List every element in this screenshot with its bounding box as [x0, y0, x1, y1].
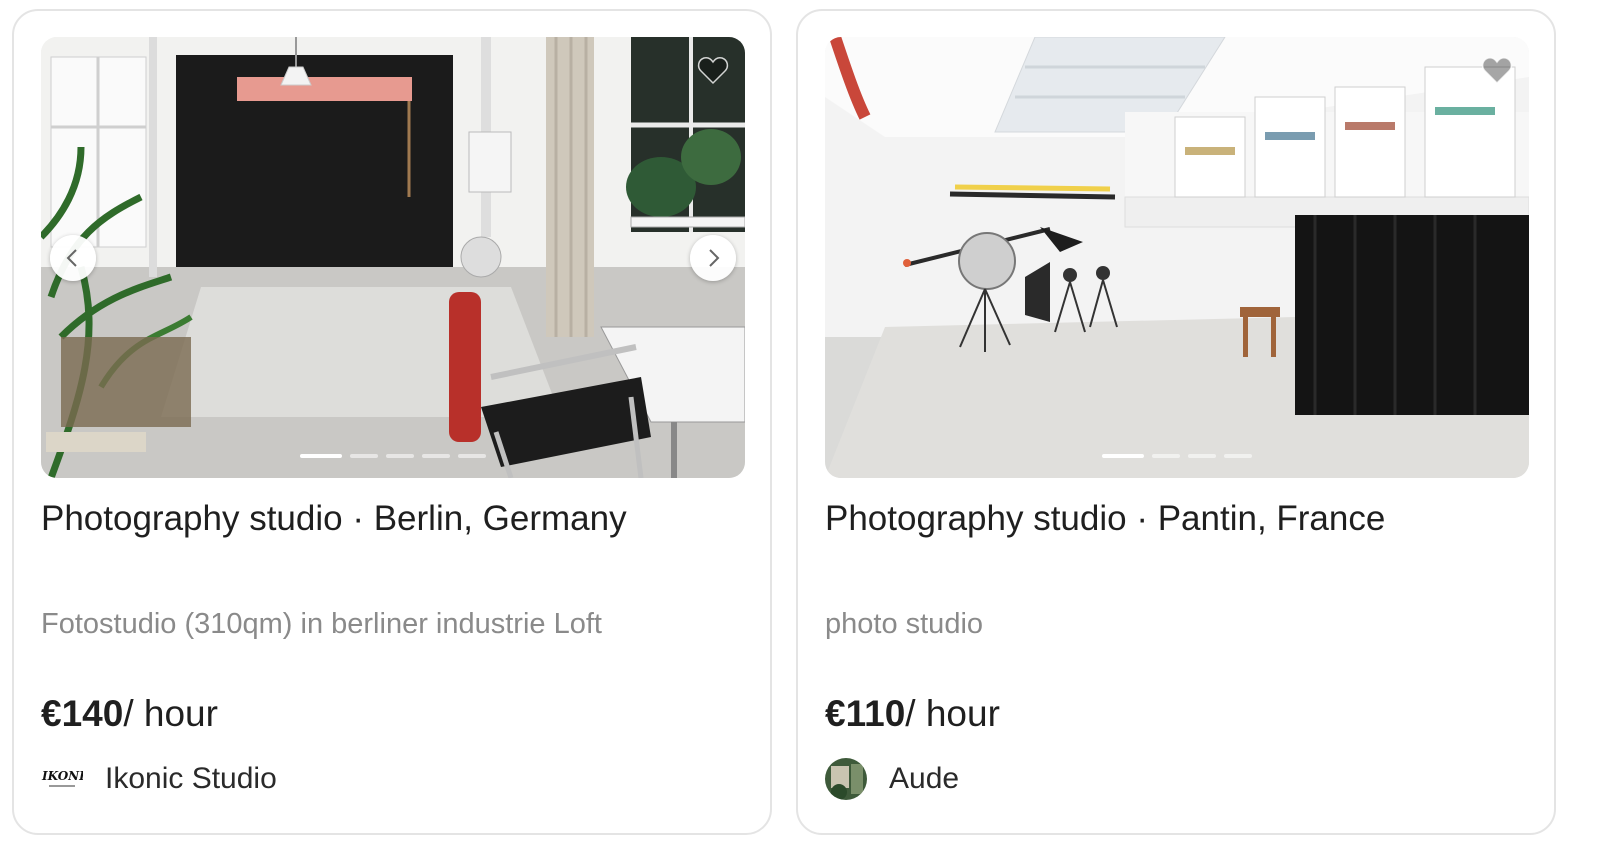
studio-photo-pantin: [825, 37, 1529, 478]
listing-title[interactable]: Photography studio · Pantin, France: [825, 497, 1385, 541]
pagination-dot[interactable]: [300, 454, 342, 458]
photo-pagination: [41, 454, 745, 458]
pagination-dot[interactable]: [1152, 454, 1180, 458]
heart-icon[interactable]: [1481, 55, 1513, 85]
host-name: Aude: [889, 762, 960, 795]
listing-price: €140/ hour: [41, 692, 218, 736]
listing-photo-carousel[interactable]: [825, 37, 1529, 478]
listing-card-pantin[interactable]: Photography studio · Pantin, France phot…: [796, 9, 1556, 835]
studio-photo-berlin: [41, 37, 745, 478]
pagination-dot[interactable]: [1188, 454, 1216, 458]
listing-description: photo studio: [825, 608, 984, 640]
listing-price: €110/ hour: [825, 692, 1000, 736]
chevron-right-icon: [709, 249, 720, 267]
previous-photo-button[interactable]: [50, 235, 96, 281]
price-unit: / hour: [905, 693, 1000, 734]
listing-description: Fotostudio (310qm) in berliner industrie…: [41, 608, 602, 640]
price-amount: €110: [825, 693, 906, 734]
listing-title[interactable]: Photography studio · Berlin, Germany: [41, 497, 627, 541]
pagination-dot[interactable]: [386, 454, 414, 458]
listing-photo-carousel[interactable]: [41, 37, 745, 478]
chevron-left-icon: [66, 249, 77, 267]
avatar: [825, 758, 867, 800]
price-unit: / hour: [123, 693, 218, 734]
host-info[interactable]: IKONIC Ikonic Studio: [41, 757, 277, 801]
photo-pagination: [825, 454, 1529, 458]
host-name: Ikonic Studio: [105, 762, 277, 795]
host-info[interactable]: Aude: [825, 757, 959, 801]
pagination-dot[interactable]: [1224, 454, 1252, 458]
host-logo: IKONIC: [41, 758, 83, 800]
price-amount: €140: [41, 693, 124, 734]
pagination-dot[interactable]: [350, 454, 378, 458]
heart-icon[interactable]: [697, 55, 729, 85]
pagination-dot[interactable]: [422, 454, 450, 458]
pagination-dot[interactable]: [458, 454, 486, 458]
listing-card-berlin[interactable]: Photography studio · Berlin, Germany Fot…: [12, 9, 772, 835]
next-photo-button[interactable]: [690, 235, 736, 281]
svg-text:IKONIC: IKONIC: [41, 769, 83, 783]
pagination-dot[interactable]: [1102, 454, 1144, 458]
